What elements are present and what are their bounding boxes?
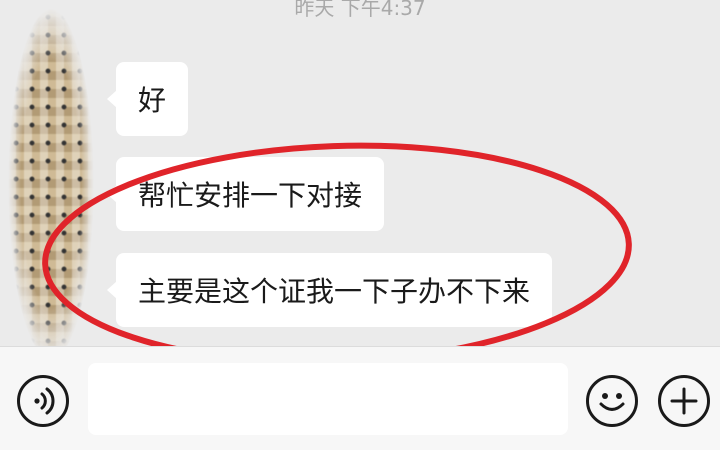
- plus-icon: [670, 387, 698, 415]
- contact-avatar[interactable]: [8, 8, 94, 346]
- message-timestamp: 昨天 下午4:37: [294, 0, 426, 20]
- emoji-icon: [599, 393, 625, 411]
- voice-button[interactable]: [17, 375, 69, 427]
- chat-area: 昨天 下午4:37 好 帮忙安排一下对接 主要是这个证我一下子办不下来: [0, 0, 720, 346]
- message-bubble[interactable]: 帮忙安排一下对接: [106, 157, 385, 231]
- emoji-button[interactable]: [586, 375, 638, 427]
- message-text: 主要是这个证我一下子办不下来: [138, 275, 531, 308]
- voice-icon: [34, 387, 55, 415]
- message-bubble[interactable]: 好: [106, 62, 189, 136]
- message-text: 好: [138, 84, 167, 117]
- message-input[interactable]: [88, 363, 568, 435]
- input-bar: [0, 346, 720, 450]
- more-button[interactable]: [658, 375, 710, 427]
- message-bubble[interactable]: 主要是这个证我一下子办不下来: [106, 253, 553, 327]
- message-text: 帮忙安排一下对接: [138, 179, 363, 212]
